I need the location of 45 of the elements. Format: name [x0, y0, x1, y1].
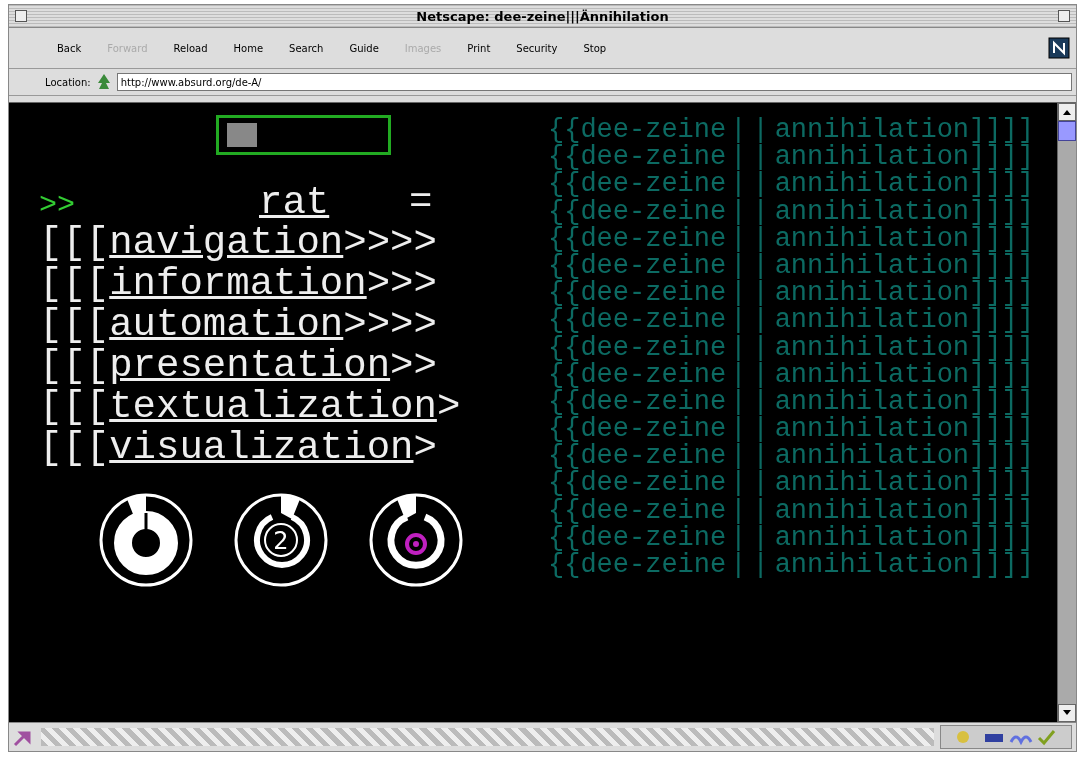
bracket-prefix: [[[: [39, 221, 110, 265]
menu-link[interactable]: automation: [109, 303, 344, 347]
menu-link[interactable]: information: [109, 262, 367, 306]
menu-link[interactable]: visualization: [109, 426, 414, 470]
toolbar-button[interactable]: Back: [49, 40, 90, 56]
toolbar-button[interactable]: Security: [508, 40, 566, 56]
input-field[interactable]: [216, 115, 391, 155]
toolbar-button[interactable]: Stop: [575, 40, 615, 56]
url-field[interactable]: http://www.absurd.org/de-A/: [116, 73, 1072, 91]
repeated-title: {{dee-zeine: [548, 115, 727, 145]
scroll-up-icon[interactable]: [1058, 103, 1076, 121]
arrow-suffix: >>>>: [343, 303, 437, 347]
arrow-suffix: >: [413, 426, 437, 470]
window-title: Netscape: dee-zeine|||Ännihilation: [415, 8, 670, 24]
toolbar-button[interactable]: Reload: [165, 40, 216, 56]
arrow-suffix: >: [436, 385, 461, 429]
dial-icon[interactable]: 2: [232, 491, 330, 589]
bracket-prefix: [[[: [39, 426, 110, 470]
toolbar-button[interactable]: Guide: [341, 40, 387, 56]
bracket-prefix: [[[: [39, 303, 110, 347]
bracket-prefix: [[[: [39, 344, 110, 388]
dial-icon[interactable]: [367, 491, 465, 589]
toolbar-button[interactable]: Print: [459, 40, 499, 56]
repeated-word: annihilation]]]]: [774, 115, 1034, 145]
bracket-prefix: [[[: [39, 262, 110, 306]
toolbar-button[interactable]: Home: [225, 40, 272, 56]
close-box[interactable]: [15, 10, 27, 22]
toolbar-button[interactable]: Search: [281, 40, 332, 56]
repeated-word: annihilation]]]]: [774, 550, 1034, 580]
arrow-suffix: >>>: [366, 262, 437, 306]
menu-link[interactable]: textualization: [109, 385, 437, 429]
separator: ||: [729, 550, 775, 580]
menu-link[interactable]: presentation: [109, 344, 391, 388]
location-label: Location:: [45, 76, 91, 88]
zoom-box[interactable]: [1058, 10, 1070, 22]
repeated-title: {{dee-zeine: [548, 550, 727, 580]
scrollbar[interactable]: [1057, 103, 1076, 722]
dial-icon[interactable]: [97, 491, 195, 589]
bracket-prefix: [[[: [39, 385, 110, 429]
separator: ||: [729, 115, 775, 145]
logo-icon[interactable]: [1048, 37, 1070, 59]
arrow-suffix: >>: [390, 344, 437, 388]
scroll-down-icon[interactable]: [1058, 704, 1076, 722]
prompt-arrows: >>: [39, 188, 76, 222]
scroll-thumb[interactable]: [1058, 121, 1076, 141]
